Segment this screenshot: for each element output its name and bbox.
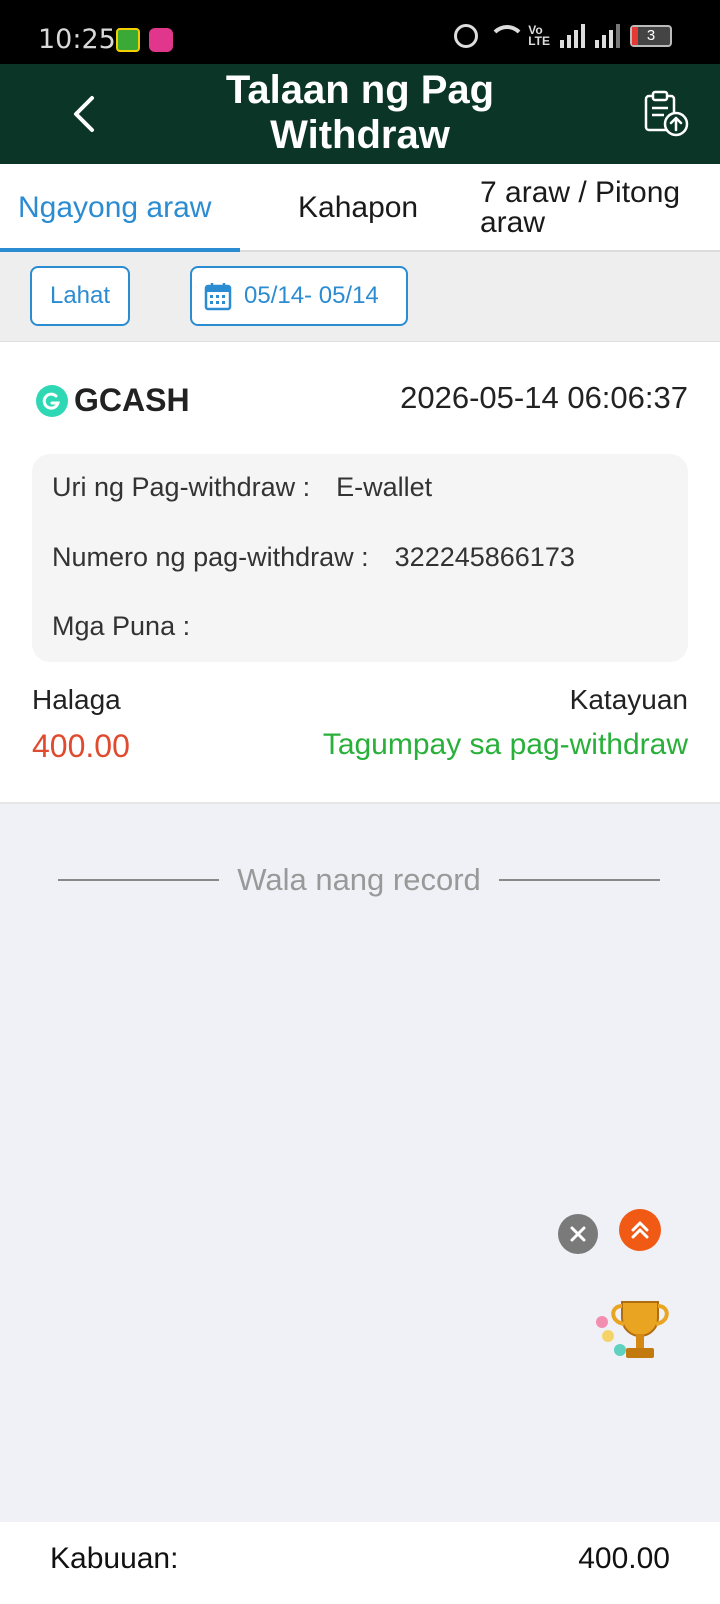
double-chevron-up-icon [631,1221,649,1239]
app-notification-icon-2 [149,28,173,52]
wifi-icon [488,25,527,47]
gcash-icon [36,384,68,417]
volte-icon: Vo LTE [528,23,550,48]
export-button[interactable] [640,88,692,140]
date-range-button[interactable]: 05/14- 05/14 [190,266,408,326]
calendar-icon [204,283,232,311]
signal-icon [560,24,585,48]
page-title: Talaan ng Pag Withdraw [225,68,495,157]
total-value: 400.00 [578,1542,670,1575]
divider-right [498,879,661,881]
alarm-icon [454,24,479,48]
amount-value: 400.00 [32,728,130,764]
amount-label: Halaga [32,684,121,715]
withdraw-type-label: Uri ng Pag-withdraw : [52,472,311,502]
status-time: 10:25 [38,24,116,55]
withdraw-number-row: Numero ng pag-withdraw : 322245866173 [52,542,575,573]
withdraw-number-value: 322245866173 [394,542,575,572]
remarks-row: Mga Puna : [52,611,216,642]
status-value: Tagumpay sa pag-withdraw [322,728,688,761]
date-tabs: Ngayong araw Kahapon 7 araw / Pitong ara… [0,164,720,252]
filter-bar: Lahat 05/14- 05/14 [0,252,720,342]
app-notification-icon [116,28,140,52]
close-floating-button[interactable] [558,1214,598,1254]
tab-today[interactable]: Ngayong araw [18,164,211,252]
withdraw-type-row: Uri ng Pag-withdraw : E-wallet [52,472,432,503]
payment-method-name: GCASH [74,382,190,418]
scroll-top-button[interactable] [619,1209,661,1251]
status-bar: 10:25 Vo LTE 3 [0,0,720,64]
withdraw-number-label: Numero ng pag-withdraw : [52,542,369,572]
close-icon [570,1226,586,1242]
withdraw-record[interactable]: GCASH 2026-05-14 06:06:37 Uri ng Pag-wit… [0,342,720,804]
signal-icon-2 [595,24,620,48]
list-end-indicator: Wala nang record [58,860,661,900]
status-icons: Vo LTE 3 [454,24,672,48]
all-filter-button[interactable]: Lahat [30,266,130,326]
trophy-icon[interactable] [596,1296,676,1368]
date-range-text: 05/14- 05/14 [244,282,379,309]
battery-icon: 3 [630,25,672,47]
tab-yesterday[interactable]: Kahapon [298,164,418,252]
back-button[interactable] [62,86,106,142]
chevron-left-icon [74,96,94,132]
status-label: Katayuan [569,684,688,715]
total-label: Kabuuan: [50,1542,179,1575]
record-details: Uri ng Pag-withdraw : E-wallet Numero ng… [32,454,688,662]
withdraw-type-value: E-wallet [336,472,433,502]
payment-method: GCASH [36,382,190,419]
clipboard-upload-icon [644,90,689,137]
total-footer: Kabuuan: 400.00 [0,1522,720,1604]
record-datetime: 2026-05-14 06:06:37 [400,380,688,415]
divider-left [58,879,220,881]
remarks-label: Mga Puna : [52,611,191,641]
app-header: Talaan ng Pag Withdraw [0,64,720,164]
tab-seven-days[interactable]: 7 araw / Pitong araw [480,164,710,252]
list-end-text: Wala nang record [237,862,481,897]
